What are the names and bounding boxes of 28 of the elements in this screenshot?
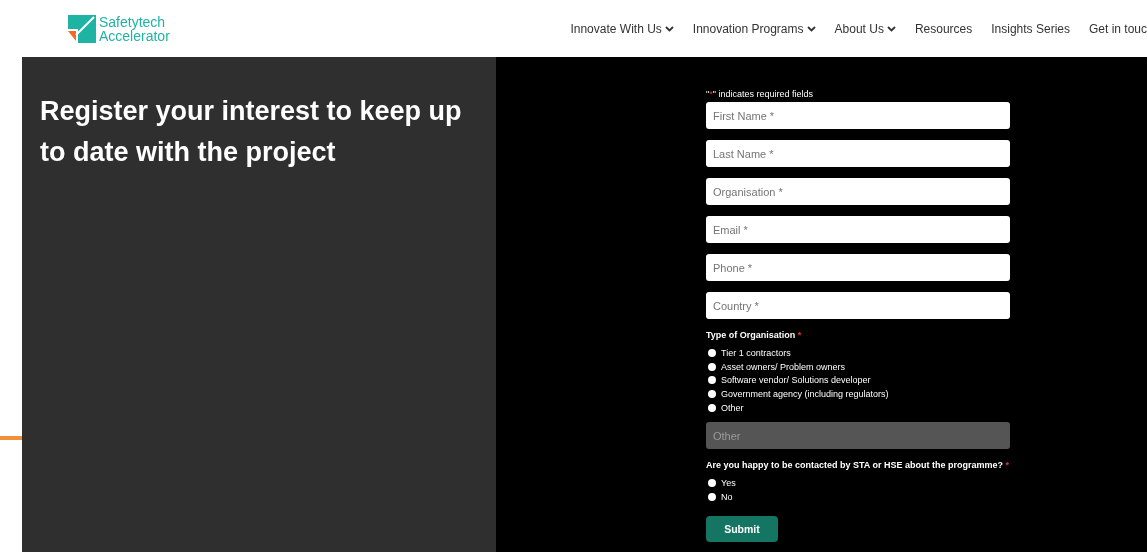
radio-option[interactable]: No [706,490,1010,504]
page-heading: Register your interest to keep up to date with the project [40,95,463,169]
text-field[interactable]: Email * [706,216,1010,243]
field-label: Type of Organisation * [706,330,803,340]
nav-link[interactable]: Insights Series [991,21,1070,36]
caret-icon [806,25,816,32]
caret-icon [886,25,896,32]
submit-button[interactable]: Submit [706,515,778,542]
radio-option[interactable]: Government agency (including regulators) [706,387,1010,401]
radio-option[interactable]: Tier 1 contractors [706,346,1010,360]
radio-option[interactable]: Asset owners/ Problem owners [706,359,1010,374]
nav-link[interactable]: Innovation Programs [692,21,816,36]
radio-option[interactable]: Other [706,400,1010,415]
text-field[interactable]: Last Name * [706,140,1010,167]
nav-link[interactable]: Innovate With Us [570,21,674,36]
logo-icon [68,14,96,43]
caret-icon [664,25,674,32]
nav-link[interactable]: About Us [834,21,896,36]
nav-link[interactable]: Resources [914,21,973,36]
nav-link[interactable]: Get in touc [1088,21,1147,36]
text-field[interactable]: First Name * [706,102,1010,129]
text-field[interactable]: Phone * [706,254,1010,281]
field-label: Are you happy to be contacted by STA or HSE about the programme? * [706,460,1010,471]
required-note: "*" indicates required fields [706,89,814,99]
text-field[interactable]: Organisation * [706,178,1010,205]
radio-option[interactable]: Software vendor/ Solutions developer [706,373,1010,388]
radio-option[interactable]: Yes [706,476,1010,491]
text-field[interactable]: Country * [706,292,1010,319]
